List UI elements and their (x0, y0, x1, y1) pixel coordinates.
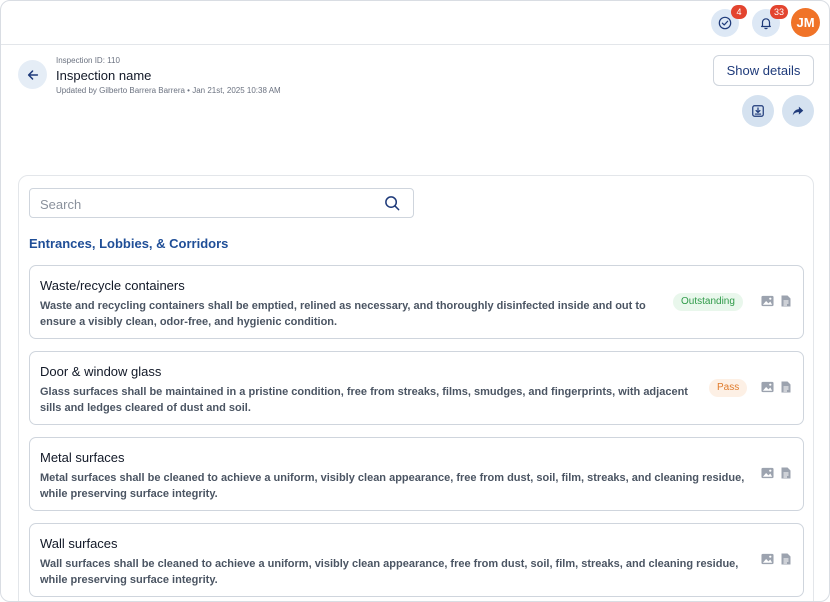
checklist-item[interactable]: Door & window glass Glass surfaces shall… (29, 351, 804, 425)
item-title: Door & window glass (40, 364, 162, 379)
tasks-button[interactable]: 4 (711, 5, 747, 37)
item-title: Metal surfaces (40, 450, 125, 465)
arrow-left-icon (27, 69, 38, 80)
bell-icon (761, 18, 771, 30)
download-icon (752, 105, 764, 117)
item-description-line: while preserving surface integrity. (40, 574, 218, 586)
item-description: Wall surfaces shall be cleaned to achiev… (40, 556, 738, 588)
top-bar: 4 33 JM (1, 1, 829, 45)
tasks-badge: 4 (731, 5, 747, 19)
item-description-line: Metal surfaces shall be cleaned to achie… (40, 472, 745, 484)
item-description-line: Waste and recycling containers shall be … (40, 300, 646, 312)
status-badge: Outstanding (673, 293, 743, 311)
item-description-line: while preserving surface integrity. (40, 488, 218, 500)
app-window: 4 33 JM Inspection ID: 110 Inspection na… (0, 0, 830, 602)
checklist-item[interactable]: Wall surfaces Wall surfaces shall be cle… (29, 523, 804, 597)
image-icon[interactable] (761, 553, 774, 565)
item-description-line: sills and ledges cleared of dust and soi… (40, 402, 251, 414)
share-icon (792, 106, 804, 116)
image-icon[interactable] (761, 381, 774, 393)
search-input[interactable] (40, 194, 370, 214)
item-title: Waste/recycle containers (40, 278, 185, 293)
check-circle-icon (718, 16, 732, 30)
search-box (29, 188, 414, 218)
notifications-badge: 33 (769, 5, 788, 19)
checklist-item[interactable]: Metal surfaces Metal surfaces shall be c… (29, 437, 804, 511)
item-title: Wall surfaces (40, 536, 118, 551)
back-button[interactable] (18, 60, 47, 89)
page-title: Inspection name (56, 68, 152, 83)
notifications-button[interactable]: 33 (752, 5, 788, 37)
item-description: Waste and recycling containers shall be … (40, 298, 646, 330)
avatar[interactable]: JM (791, 8, 820, 37)
status-badge: Pass (709, 379, 748, 397)
item-description-line: Wall surfaces shall be cleaned to achiev… (40, 558, 739, 570)
section-title: Entrances, Lobbies, & Corridors (29, 236, 229, 251)
document-icon[interactable] (781, 295, 791, 307)
search-icon[interactable] (384, 195, 401, 212)
item-description: Metal surfaces shall be cleaned to achie… (40, 470, 744, 502)
image-icon[interactable] (761, 295, 774, 307)
document-icon[interactable] (781, 381, 791, 393)
document-icon[interactable] (781, 467, 791, 479)
item-description: Glass surfaces shall be maintained in a … (40, 384, 688, 416)
document-icon[interactable] (781, 553, 791, 565)
image-icon[interactable] (761, 467, 774, 479)
checklist-panel: Entrances, Lobbies, & Corridors Waste/re… (18, 175, 814, 601)
item-description-line: Glass surfaces shall be maintained in a … (40, 386, 688, 398)
updated-info: Updated by Gilberto Barrera Barrera • Ja… (56, 86, 281, 95)
inspection-id: Inspection ID: 110 (56, 56, 120, 65)
download-button[interactable] (742, 95, 774, 127)
share-button[interactable] (782, 95, 814, 127)
checklist-item[interactable]: Waste/recycle containers Waste and recyc… (29, 265, 804, 339)
item-description-line: ensure a visibly clean, odor-free, and h… (40, 316, 338, 328)
show-details-button[interactable]: Show details (713, 55, 814, 86)
